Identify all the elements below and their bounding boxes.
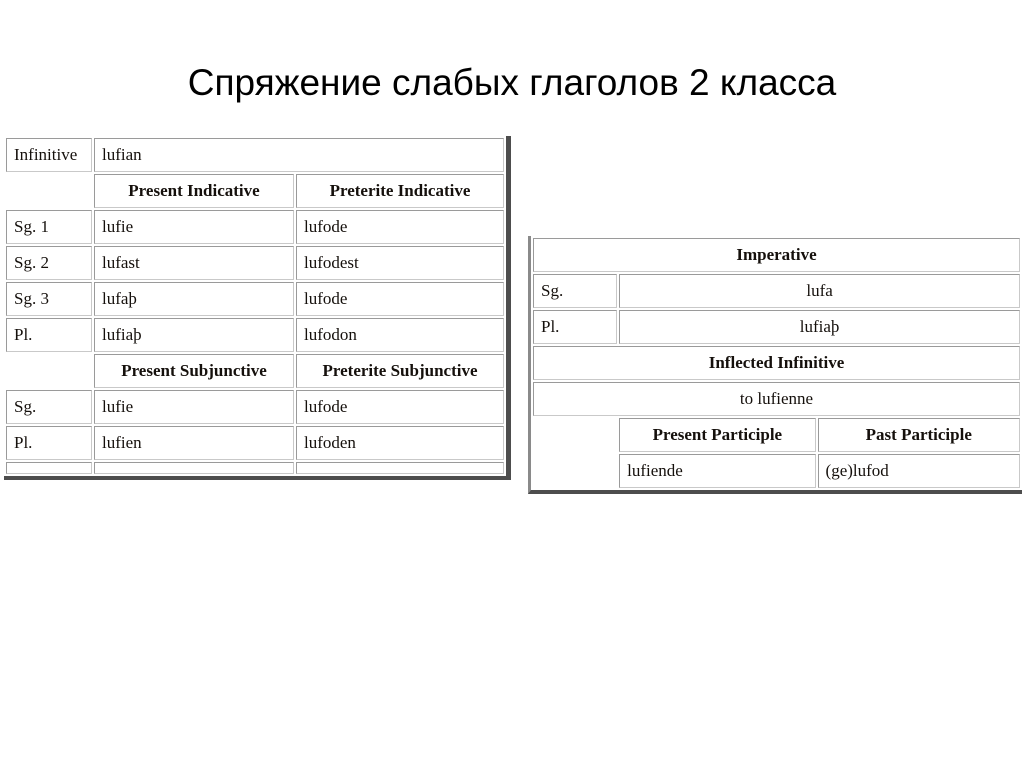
empty-corner-cell [533, 418, 618, 452]
page-title: Спряжение слабых глаголов 2 класса [187, 62, 837, 103]
table-row: Sg. 2 lufast lufodest [6, 246, 504, 280]
table-row: Pl. lufiaþ lufodon [6, 318, 504, 352]
table-row-inflected-infinitive-header: Inflected Infinitive [533, 346, 1020, 380]
imperative-form: lufiaþ [619, 310, 1020, 344]
table-row: Sg. 3 lufaþ lufode [6, 282, 504, 316]
table-row-truncated [6, 462, 504, 474]
present-participle-form: lufiende [619, 454, 816, 488]
person-label: Sg. [533, 274, 618, 308]
truncated-cell [6, 462, 92, 474]
present-indicative-form: lufie [94, 210, 294, 244]
table-row: lufiende (ge)lufod [533, 454, 1020, 488]
table-row: Sg. lufie lufode [6, 390, 504, 424]
table-row-participle-headers: Present Participle Past Participle [533, 418, 1020, 452]
past-participle-form: (ge)lufod [817, 454, 1020, 488]
indicative-subjunctive-table: Infinitive lufian Present Indicative Pre… [4, 136, 511, 480]
header-imperative: Imperative [533, 238, 1020, 272]
imperative-form: lufa [619, 274, 1020, 308]
preterite-subjunctive-form: lufode [296, 390, 504, 424]
truncated-cell [94, 462, 294, 474]
header-present-subjunctive: Present Subjunctive [94, 354, 294, 388]
person-label: Sg. 2 [6, 246, 92, 280]
empty-corner-cell [6, 174, 92, 208]
header-past-participle: Past Participle [817, 418, 1020, 452]
header-present-participle: Present Participle [619, 418, 816, 452]
table-row-inflected-infinitive: to lufienne [533, 382, 1020, 416]
infinitive-label: Infinitive [6, 138, 92, 172]
preterite-indicative-form: lufode [296, 210, 504, 244]
person-label: Sg. 3 [6, 282, 92, 316]
imperative-participle-table: Imperative Sg. lufa Pl. lufiaþ Inflected… [528, 236, 1022, 494]
table-row: Sg. 1 lufie lufode [6, 210, 504, 244]
present-indicative-form: lufaþ [94, 282, 294, 316]
present-indicative-form: lufast [94, 246, 294, 280]
header-present-indicative: Present Indicative [94, 174, 294, 208]
empty-corner-cell [533, 454, 618, 488]
table-row: Pl. lufien lufoden [6, 426, 504, 460]
preterite-indicative-form: lufodest [296, 246, 504, 280]
person-label: Pl. [533, 310, 618, 344]
inflected-infinitive-form: to lufienne [533, 382, 1020, 416]
table-row-subjunctive-headers: Present Subjunctive Preterite Subjunctiv… [6, 354, 504, 388]
header-inflected-infinitive: Inflected Infinitive [533, 346, 1020, 380]
present-indicative-form: lufiaþ [94, 318, 294, 352]
person-label: Sg. 1 [6, 210, 92, 244]
table-row-imperative-header: Imperative [533, 238, 1020, 272]
preterite-indicative-form: lufodon [296, 318, 504, 352]
header-preterite-indicative: Preterite Indicative [296, 174, 504, 208]
preterite-indicative-form: lufode [296, 282, 504, 316]
preterite-subjunctive-form: lufoden [296, 426, 504, 460]
present-subjunctive-form: lufie [94, 390, 294, 424]
table-row-infinitive: Infinitive lufian [6, 138, 504, 172]
person-label: Pl. [6, 318, 92, 352]
person-label: Pl. [6, 426, 92, 460]
empty-corner-cell [6, 354, 92, 388]
present-subjunctive-form: lufien [94, 426, 294, 460]
table-row: Sg. lufa [533, 274, 1020, 308]
infinitive-value: lufian [94, 138, 504, 172]
table-row: Pl. lufiaþ [533, 310, 1020, 344]
table-row-indicative-headers: Present Indicative Preterite Indicative [6, 174, 504, 208]
truncated-cell [296, 462, 504, 474]
header-preterite-subjunctive: Preterite Subjunctive [296, 354, 504, 388]
person-label: Sg. [6, 390, 92, 424]
